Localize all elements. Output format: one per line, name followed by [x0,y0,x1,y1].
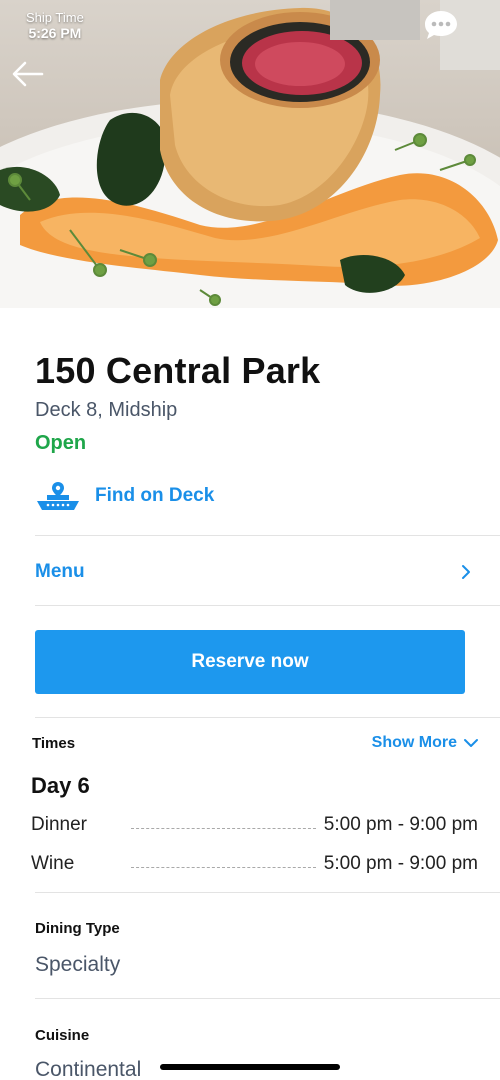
list-item: Dinner 5:00 pm - 9:00 pm [31,812,478,838]
dining-type-value: Specialty [35,953,121,976]
list-item: Wine 5:00 pm - 9:00 pm [31,851,478,877]
chat-bubble-icon [425,11,457,39]
meal-hours: 5:00 pm - 9:00 pm [323,853,478,874]
beef-wellington-photo [0,0,500,308]
show-more-label: Show More [371,734,457,751]
chevron-down-icon [464,739,478,747]
find-on-deck-label: Find on Deck [95,485,215,506]
find-on-deck-button[interactable]: Find on Deck [35,478,214,514]
divider [35,605,500,606]
times-heading: Times [32,735,76,752]
home-indicator[interactable] [160,1064,340,1070]
back-button[interactable] [8,56,48,92]
dotted-leader [131,866,316,868]
cuisine-value: Continental [35,1058,142,1080]
menu-link[interactable]: Menu [35,552,472,592]
meal-hours: 5:00 pm - 9:00 pm [323,814,478,835]
ship-time-label: Ship Time [26,10,84,25]
ship-location-icon [37,482,79,510]
divider [35,998,500,999]
venue-open-status: Open [35,432,87,454]
meal-name: Wine [31,853,75,874]
chat-button[interactable] [422,8,460,42]
divider [35,717,500,718]
meal-name: Dinner [31,814,87,835]
divider [35,535,500,536]
arrow-left-icon [12,61,44,87]
venue-location: Deck 8, Midship [35,399,178,421]
divider [35,892,500,893]
venue-title: 150 Central Park [35,350,321,391]
dotted-leader [131,827,316,829]
show-more-button[interactable]: Show More [372,734,479,752]
cuisine-label: Cuisine [35,1027,90,1044]
hero-image: Ship Time 5:26 PM [0,0,500,308]
dining-type-label: Dining Type [35,920,120,937]
menu-label: Menu [35,561,85,582]
ship-time-value: 5:26 PM [28,25,82,41]
day-label: Day 6 [31,773,90,798]
ship-time-status: Ship Time 5:26 PM [26,10,84,42]
chevron-right-icon [462,565,470,579]
reserve-now-button[interactable]: Reserve now [35,630,465,694]
